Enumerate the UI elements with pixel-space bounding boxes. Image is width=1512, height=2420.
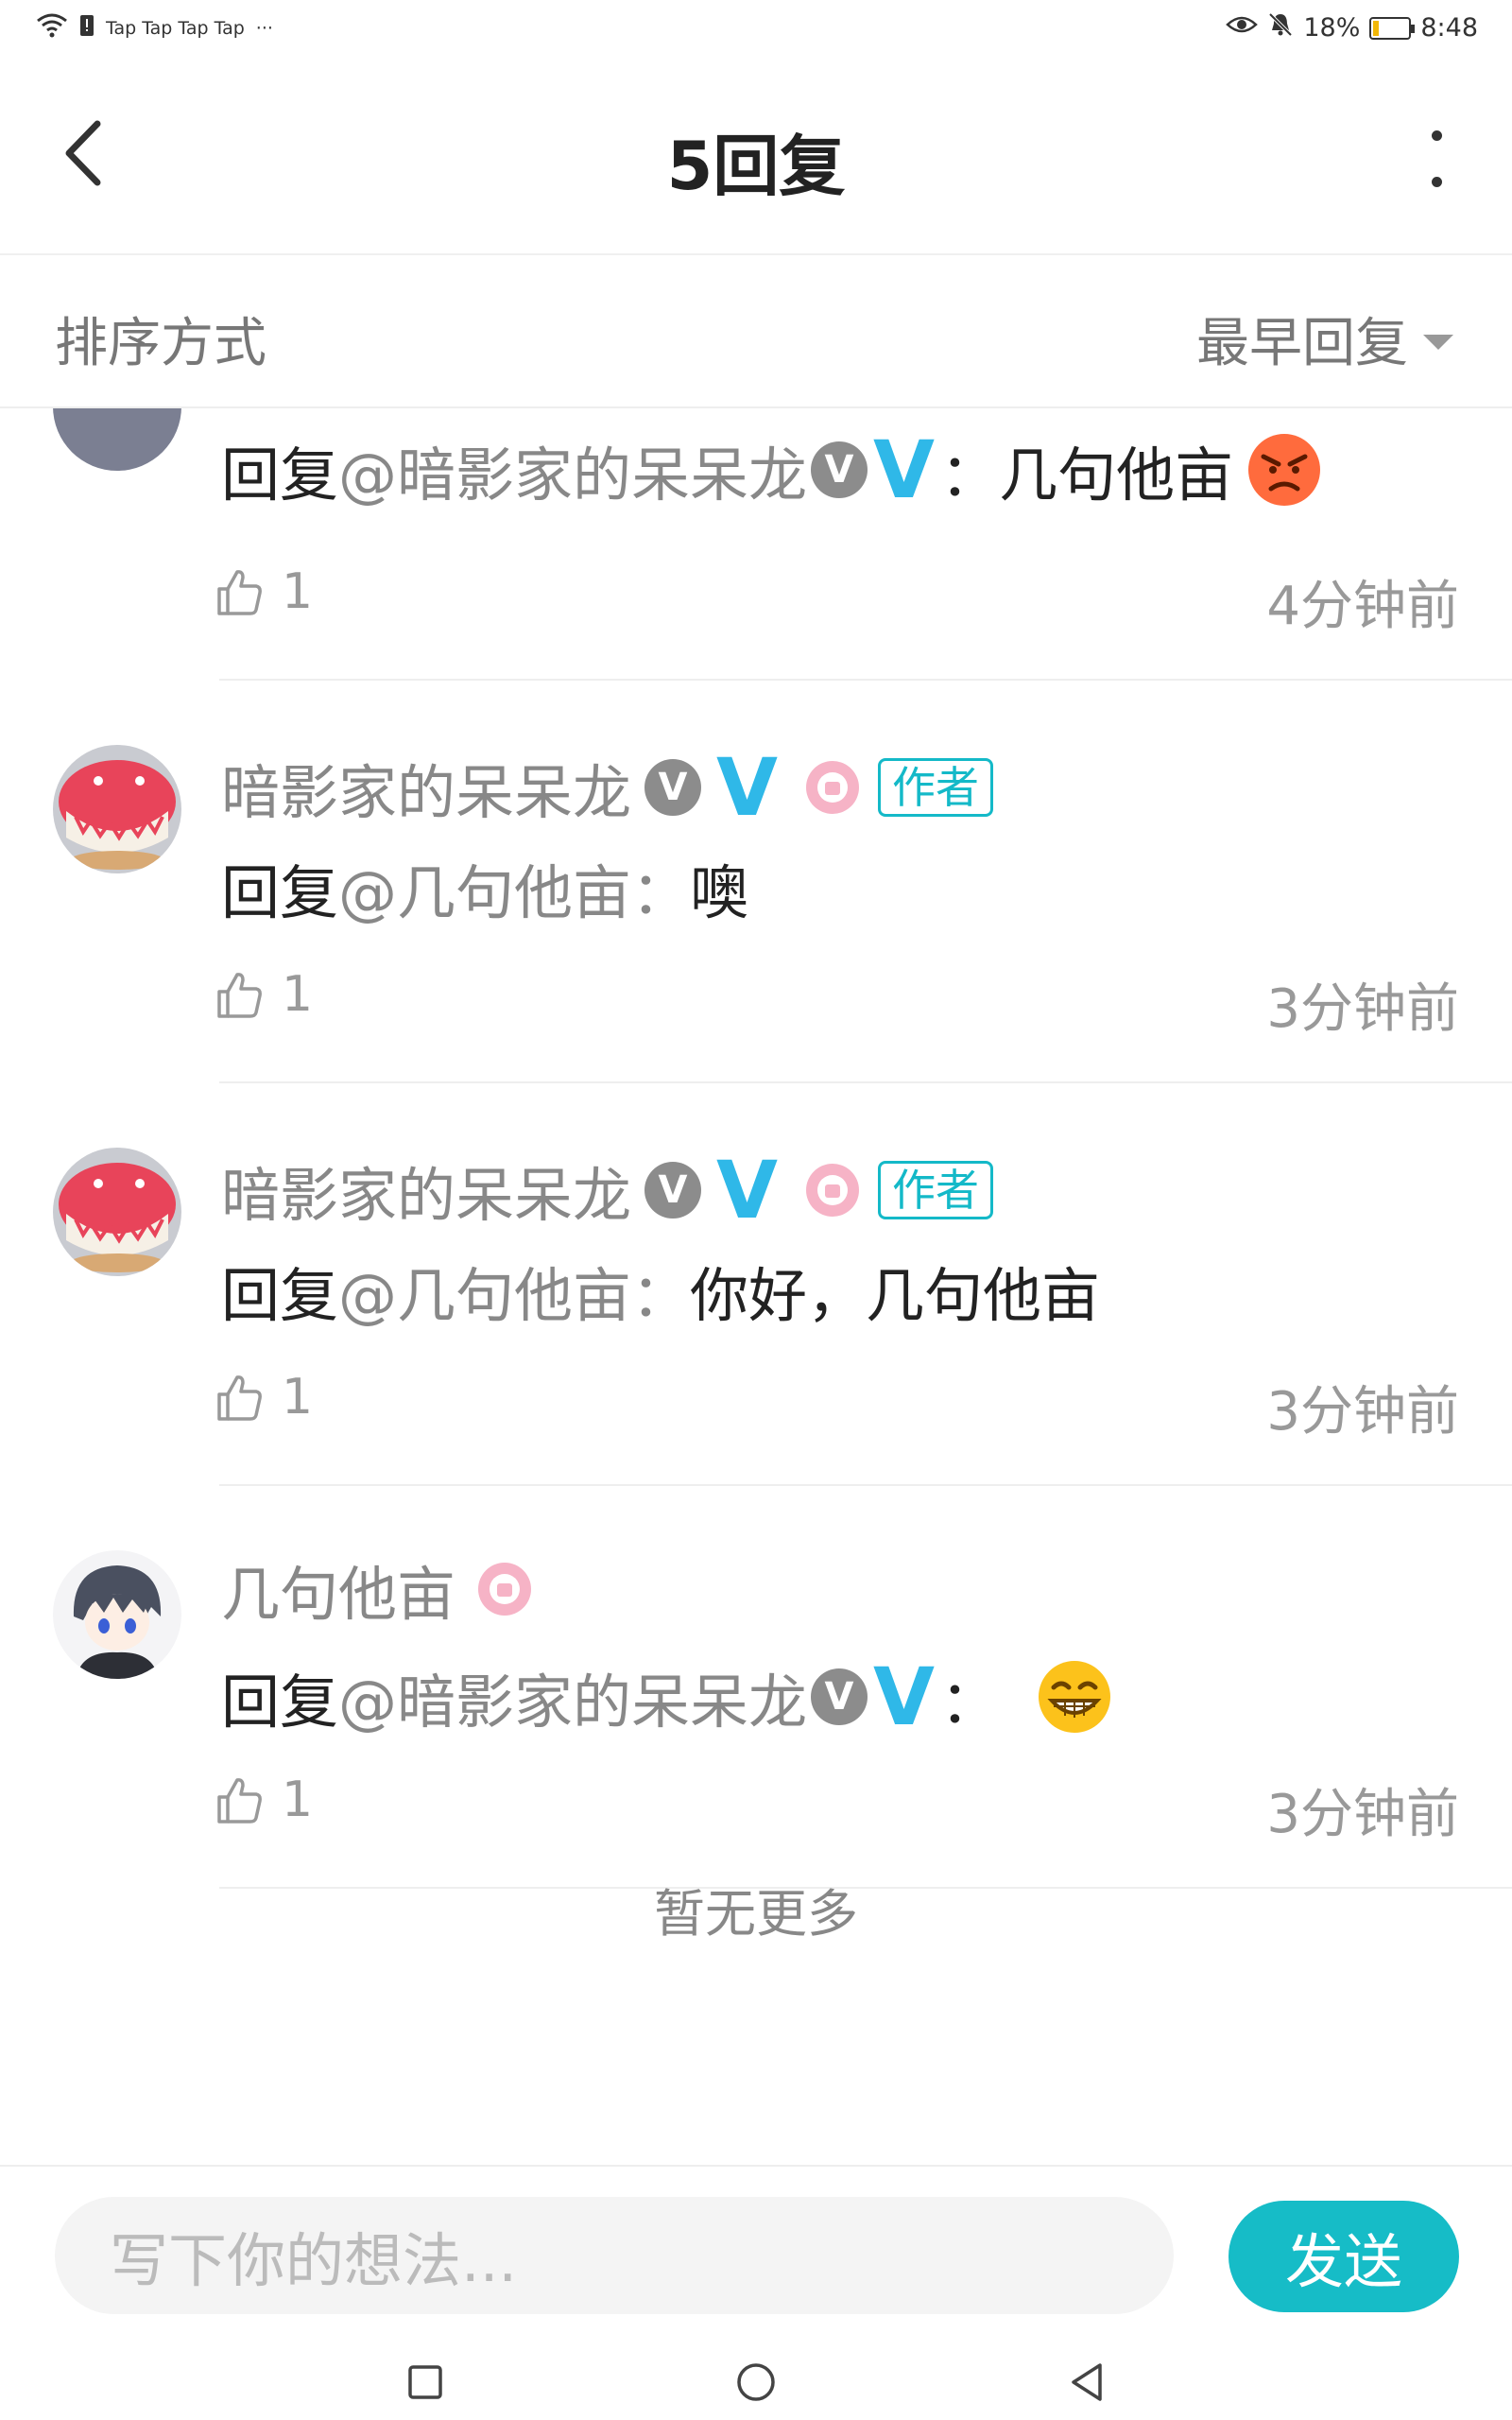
sort-selected-value: 最早回复 [1196, 313, 1408, 374]
status-bar: Tap Tap Tap Tap ··· 18% 8:48 [0, 0, 1512, 59]
home-button[interactable] [733, 2360, 779, 2405]
no-more-text: 暂无更多 [654, 1884, 858, 1944]
avatar[interactable] [53, 1550, 181, 1679]
list-item: 暗影家的呆呆龙 V V 作者 回复 @几句他亩：噢 1 3分钟前 [0, 429, 1512, 1083]
composer-bar: 写下你的想法... 发送 [0, 2165, 1512, 2344]
big-v-icon: V [716, 1144, 779, 1236]
author-tag: 作者 [878, 758, 994, 817]
username-row: 暗影家的呆呆龙 V V 作者 [221, 741, 994, 834]
page-title: 5回复 [666, 128, 846, 205]
reply-time: 3分钟前 [1266, 1784, 1459, 1845]
medal-icon [478, 1563, 532, 1616]
triangle-back-icon [1072, 2363, 1102, 2401]
username[interactable]: 暗影家的呆呆龙 [221, 1148, 631, 1233]
anime-boy-avatar-icon [53, 1550, 181, 1679]
system-nav-bar [0, 2342, 1512, 2420]
username[interactable]: 几句他亩 [221, 1547, 455, 1632]
verified-badge: V [644, 1162, 702, 1219]
wifi-icon [36, 13, 68, 43]
reply-content: 回复 @暗影家的呆呆龙 V V： [221, 1651, 1112, 1743]
username[interactable]: 暗影家的呆呆龙 [221, 745, 631, 830]
system-back-button[interactable] [1064, 2360, 1109, 2405]
comment-placeholder: 写下你的想法... [110, 2226, 518, 2295]
author-tag: 作者 [878, 1161, 994, 1219]
square-icon [408, 2365, 442, 2399]
grinning-face-icon [1037, 1659, 1112, 1735]
like-button[interactable]: 1 [214, 1772, 313, 1828]
comment-input[interactable]: 写下你的想法... [55, 2197, 1174, 2314]
medal-icon [806, 1164, 860, 1217]
verified-badge: V [644, 759, 702, 816]
big-v-icon: V [716, 741, 779, 834]
notification-overflow: ··· [255, 17, 273, 39]
eye-icon [1226, 13, 1259, 43]
sort-label: 排序方式 [55, 313, 266, 374]
verified-badge: V [811, 1668, 868, 1725]
recents-button[interactable] [403, 2360, 448, 2405]
battery-icon [1369, 16, 1416, 40]
username-row: 暗影家的呆呆龙 V V 作者 [221, 1144, 994, 1236]
more-options-button[interactable] [1418, 130, 1455, 187]
list-item: 暗影家的呆呆龙 V V 作者 回复 @几句他亩：你好，几句他亩 1 3分钟前 [0, 832, 1512, 1486]
username-row: 几句他亩 [221, 1547, 541, 1632]
mute-bell-icon [1267, 11, 1294, 44]
big-v-icon: V [873, 1651, 936, 1743]
medal-icon [806, 761, 860, 814]
send-button[interactable]: 发送 [1228, 2201, 1459, 2312]
thumbs-up-icon [217, 1778, 262, 1824]
dot-icon [1431, 177, 1442, 187]
sim-alert-icon [79, 14, 94, 42]
mention-link[interactable]: @暗影家的呆呆龙 [338, 1654, 807, 1739]
circle-icon [737, 2363, 775, 2401]
battery-percent: 18% [1303, 13, 1361, 43]
caret-down-icon [1423, 334, 1453, 350]
sort-dropdown[interactable]: 最早回复 [1196, 301, 1453, 377]
notification-text: Tap Tap Tap Tap [106, 17, 245, 39]
list-item: 几句他亩 回复 @暗影家的呆呆龙 V V： 1 3分钟前 [0, 1235, 1512, 1889]
header: 5回复 [0, 59, 1512, 255]
clock: 8:48 [1420, 13, 1478, 43]
sort-bar: 排序方式 最早回复 [0, 255, 1512, 408]
like-count: 1 [282, 1772, 314, 1828]
dot-icon [1431, 130, 1442, 141]
